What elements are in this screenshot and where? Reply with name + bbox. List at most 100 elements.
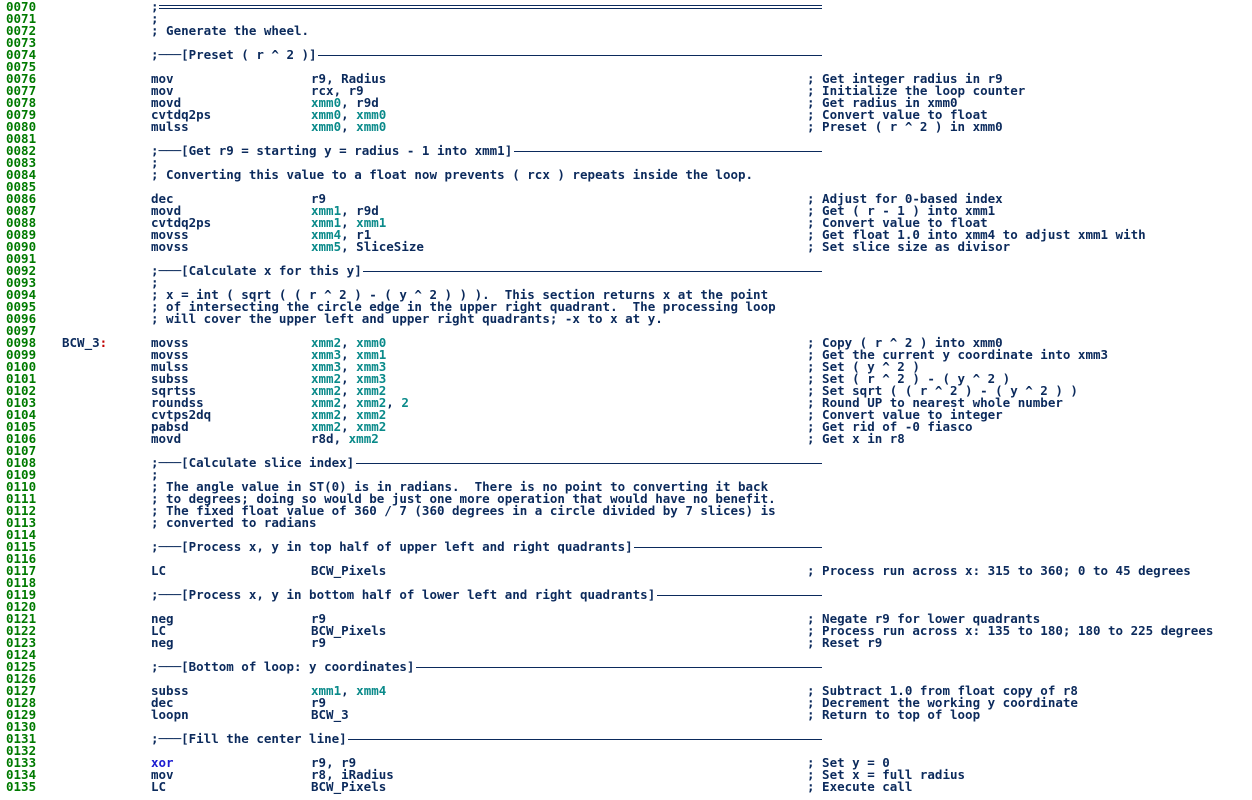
numeric-operand: 2 [401,395,409,410]
inline-comment: ; Process run across x: 315 to 360; 0 to… [807,563,1191,578]
code-line[interactable]: 0113; converted to radians [0,516,1252,529]
line-number: 0135 [6,779,37,794]
section-rule [416,667,822,668]
code-line[interactable]: 0080 mulss xmm0, xmm0; Preset ( r ^ 2 ) in… [0,119,1252,134]
section-title: ;───[Get r9 = starting y = radius - 1 in… [151,143,513,158]
code-line[interactable]: 0134 mov r8, iRadius; Set x = full radius [0,768,1252,781]
code-line[interactable]: 0106 movd r8d, xmm2; Get x in r8 [0,431,1252,446]
mnemonic: loopn [151,707,189,722]
operands: xmm0, xmm0 [311,119,387,134]
section-rule [159,5,822,9]
section-title: ;───[Calculate slice index] [151,455,355,470]
section-title: ;───[Bottom of loop: y coordinates] [151,659,415,674]
code-line[interactable]: 0135 LC BCW_Pixels ; Execute call [0,779,1252,794]
section-rule [657,595,822,596]
section-divider: ;───[Fill the center line] [151,731,822,746]
code-line[interactable]: 0122 LC BCW_Pixels; Process run across x: … [0,624,1252,637]
section-rule [348,739,822,740]
section-rule [356,463,822,464]
section-divider: ;───[Preset ( r ^ 2 )] [151,47,822,62]
register-operand: xmm0 [356,119,387,134]
register-operand: xmm2 [348,431,379,446]
code-line[interactable]: 0123 neg r9; Reset r9 [0,635,1252,650]
section-divider: ;───[Calculate slice index] [151,455,822,470]
code-line[interactable]: 0117 LC BCW_Pixels; Process run across x: … [0,563,1252,578]
operand: BCW_3 [311,707,349,722]
code-line[interactable]: 0119 ;───[Process x, y in bottom half of … [0,587,1252,602]
operand: r8d [311,431,334,446]
section-divider: ;───[Calculate x for this y] [151,263,822,278]
code-line[interactable]: 0082 ;───[Get r9 = starting y = radius - … [0,143,1252,158]
section-title: ;───[Preset ( r ^ 2 )] [151,47,317,62]
code-line[interactable]: 0092 ;───[Calculate x for this y] [0,263,1252,278]
code-line[interactable]: 0084; Converting this value to a float n… [0,167,1252,182]
code-line[interactable]: 0115 ;───[Process x, y in top half of upp… [0,539,1252,554]
mnemonic: movss [151,239,189,254]
operand: BCW_Pixels [311,563,387,578]
code-line[interactable]: 0132 [0,744,1252,757]
inline-comment: ; Preset ( r ^ 2 ) in xmm0 [807,119,1003,134]
operand: , [386,395,402,410]
register-operand: xmm5 [311,239,342,254]
code-line[interactable]: 0125 ;───[Bottom of loop: y coordinates] [0,659,1252,674]
code-line[interactable]: 0075 [0,60,1252,73]
code-line[interactable]: 0074 ;───[Preset ( r ^ 2 )] [0,47,1252,62]
code-line[interactable]: 0076 mov r9, Radius; Get integer radius in… [0,72,1252,85]
operand: , [341,239,357,254]
register-operand: xmm0 [311,119,342,134]
operands: BCW_Pixels [311,779,387,794]
section-rule [514,151,822,152]
inline-comment: ; Return to top of loop [807,707,981,722]
mnemonic: movd [151,431,182,446]
code-line[interactable]: 0129 loopn BCW_3; Return to top of loop [0,707,1252,722]
operand: , [341,119,357,134]
section-divider: ; [151,0,822,13]
code-line[interactable]: 0108 ;───[Calculate slice index] [0,455,1252,470]
section-divider: ;───[Process x, y in top half of upper l… [151,539,822,554]
operand: BCW_Pixels [311,779,387,794]
code-line[interactable]: 0105 pabsd xmm2, xmm2; Get rid of -0 fiasc… [0,420,1252,433]
operands: xmm5, SliceSize [311,239,424,254]
mnemonic: mulss [151,119,189,134]
operands: r9 [311,635,327,650]
operand: r9 [311,635,327,650]
code-line[interactable]: 0120 [0,600,1252,613]
code-editor[interactable]: 0070; 0071; 0072; Generate the wheel. 0073 0… [0,0,1252,800]
operands: BCW_Pixels [311,563,387,578]
operand: , [341,683,357,698]
mnemonic: LC [151,563,167,578]
comment-text: ; Converting this value to a float now p… [151,167,754,182]
section-title: ;───[Calculate x for this y] [151,263,362,278]
mnemonic: LC [151,779,167,794]
register-operand: xmm4 [356,683,387,698]
section-title: ;───[Fill the center line] [151,731,347,746]
code-line[interactable]: 0086 dec r9; Adjust for 0-based index [0,192,1252,205]
section-divider: ;───[Get r9 = starting y = radius - 1 in… [151,143,822,158]
section-rule [634,547,822,548]
label-colon: : [99,335,108,350]
inline-comment: ; Execute call [807,779,913,794]
code-line[interactable]: 0131 ;───[Fill the center line] [0,731,1252,746]
code-label[interactable]: BCW_3: [62,335,108,350]
section-title: ;───[Process x, y in top half of upper l… [151,539,633,554]
operands: BCW_3 [311,707,349,722]
code-line[interactable]: 0096; will cover the upper left and uppe… [0,311,1252,326]
section-title: ;───[Process x, y in bottom half of lowe… [151,587,656,602]
label-name: BCW_3 [62,335,100,350]
inline-comment: ; Get x in r8 [807,431,905,446]
inline-comment: ; Set slice size as divisor [807,239,1011,254]
section-divider: ;───[Bottom of loop: y coordinates] [151,659,822,674]
code-line[interactable]: 0072; Generate the wheel. [0,23,1252,38]
section-rule [318,55,822,56]
code-line[interactable]: 0090 movss xmm5, SliceSize; Set slice size… [0,239,1252,254]
code-line[interactable]: 0077 mov rcx, r9; Initialize the loop coun… [0,84,1252,97]
code-line[interactable]: 0085 [0,180,1252,193]
comment-text: ; will cover the upper left and upper ri… [151,311,663,326]
operand: SliceSize [356,239,424,254]
operand: , [333,431,349,446]
code-line[interactable]: 0133 xor r9, r9; Set y = 0 [0,756,1252,769]
mnemonic: neg [151,635,174,650]
comment-text: ; Generate the wheel. [151,23,310,38]
operands: r8d, xmm2 [311,431,379,446]
code-line[interactable]: 0070; [0,0,1252,13]
